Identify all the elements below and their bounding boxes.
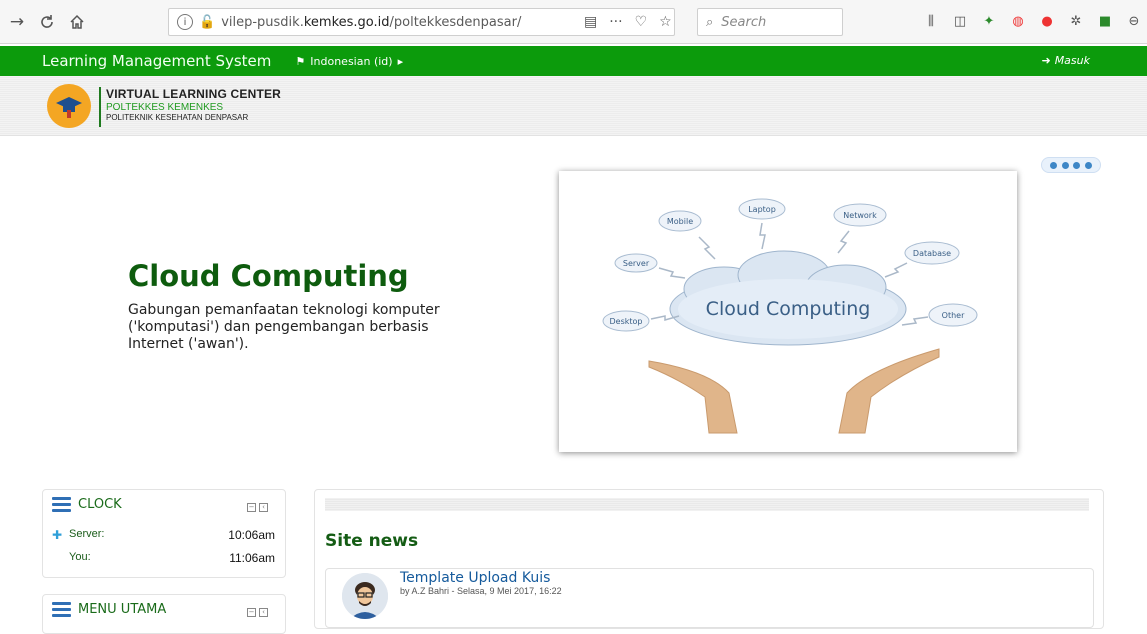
block-collapse-icon[interactable]: − <box>247 503 256 512</box>
slider-dot[interactable] <box>1061 161 1069 169</box>
site-brand[interactable]: Learning Management System <box>42 52 271 70</box>
post-meta: by A.Z Bahri - Selasa, 9 Mei 2017, 16:22 <box>400 586 562 596</box>
block-menu-icon <box>52 497 71 512</box>
login-label: Masuk <box>1054 54 1090 67</box>
url-tools: ▤ ··· ♡ ☆ <box>584 14 672 30</box>
clock-block: CLOCK − ‹ ✚ Server: 10:06am You: 11:06am <box>42 489 286 578</box>
cloud-computing-illustration: Cloud Computing Mobile Laptop Network Se… <box>602 198 978 434</box>
logo-divider <box>99 87 101 127</box>
post-title[interactable]: Template Upload Kuis <box>400 570 550 586</box>
block-controls: − ‹ <box>247 503 268 512</box>
insecure-lock-icon[interactable]: 🔓 <box>199 15 215 30</box>
url-path: /poltekkesdenpasar/ <box>389 14 522 30</box>
header-subtitle: POLTEKKES KEMENKES <box>106 102 224 113</box>
adblock-icon[interactable]: ● <box>1038 12 1056 30</box>
caret-right-icon: ▸ <box>397 54 404 68</box>
login-link[interactable]: ➜ Masuk <box>1041 54 1090 67</box>
main-menu-block: MENU UTAMA − ‹ <box>42 594 286 634</box>
label-network: Network <box>843 211 877 220</box>
you-time: 11:06am <box>229 551 275 565</box>
hands-illustration <box>648 348 940 434</box>
reload-glyph <box>41 14 53 28</box>
label-mobile: Mobile <box>667 217 693 226</box>
slider-dot[interactable] <box>1050 161 1058 169</box>
user-avatar-icon <box>342 573 388 619</box>
url-prefix: vilep-pusdik. <box>221 14 304 30</box>
block-menu-icon <box>52 602 71 617</box>
extension-puzzle-icon[interactable]: ✲ <box>1067 12 1085 30</box>
reload-icon[interactable] <box>34 9 60 35</box>
slider-dot[interactable] <box>1084 161 1092 169</box>
label-database: Database <box>913 249 951 258</box>
language-label: Indonesian (id) <box>310 54 393 68</box>
pocket-icon[interactable]: ♡ <box>635 14 648 30</box>
language-menu[interactable]: ⚑ Indonesian (id) ▸ <box>295 55 403 68</box>
news-post[interactable]: Template Upload Kuis by A.Z Bahri - Sela… <box>325 568 1094 628</box>
sidebar-icon[interactable]: ◫ <box>951 12 969 30</box>
sign-in-icon: ➜ <box>1041 54 1051 67</box>
label-desktop: Desktop <box>610 317 643 326</box>
bookmark-star-icon[interactable]: ☆ <box>659 14 672 30</box>
clock-block-header[interactable]: CLOCK <box>52 497 122 512</box>
clock-block-title: CLOCK <box>78 497 122 512</box>
search-box[interactable]: ⌕ Search <box>697 8 843 36</box>
logo-icon[interactable] <box>47 84 91 128</box>
page-actions-icon[interactable]: ··· <box>609 14 622 30</box>
main-menu-title: MENU UTAMA <box>78 602 167 617</box>
server-time: 10:06am <box>228 528 275 542</box>
news-header-strip <box>325 498 1089 511</box>
block-dock-icon[interactable]: ‹ <box>259 503 268 512</box>
site-info-icon[interactable]: i <box>177 14 193 30</box>
you-label: You: <box>69 551 91 563</box>
server-label: Server: <box>69 528 105 540</box>
server-clock-icon: ✚ <box>52 528 63 542</box>
header-institution: POLITEKNIK KESEHATAN DENPASAR <box>106 113 249 122</box>
home-icon[interactable] <box>64 9 90 35</box>
label-other: Other <box>942 311 965 320</box>
forward-icon[interactable]: → <box>4 9 30 35</box>
search-icon: ⌕ <box>706 14 714 30</box>
extension-box-icon[interactable]: ■ <box>1096 12 1114 30</box>
url-host: kemkes.go.id <box>303 14 390 30</box>
search-placeholder: Search <box>721 14 767 30</box>
cloud-label: Cloud Computing <box>706 298 871 320</box>
site-news-title: Site news <box>325 531 419 551</box>
label-server: Server <box>623 259 650 268</box>
site-header: VIRTUAL LEARNING CENTER POLTEKKES KEMENK… <box>0 76 1147 136</box>
browser-toolbar: → i 🔓 vilep-pusdik. kemkes.go.id/poltekke… <box>0 0 1147 44</box>
slider-dot[interactable] <box>1073 161 1081 169</box>
slider-pager <box>1041 157 1101 173</box>
slide-image: Cloud Computing Mobile Laptop Network Se… <box>559 171 1017 452</box>
flag-icon: ⚑ <box>295 54 306 68</box>
library-icon[interactable]: ⫼ <box>922 12 940 30</box>
toolbar-icons: ⫼ ◫ ✦ ◍ ● ✲ ■ ⊖ <box>922 12 1143 30</box>
extension-globe-icon[interactable]: ◍ <box>1009 12 1027 30</box>
main-menu-header[interactable]: MENU UTAMA <box>52 602 166 617</box>
header-title: VIRTUAL LEARNING CENTER <box>106 87 282 101</box>
site-news-block: Site news Template Upload Kuis by A.Z Ba… <box>314 489 1104 629</box>
reader-view-icon[interactable]: ▤ <box>584 14 597 30</box>
label-laptop: Laptop <box>748 205 776 214</box>
slide-title: Cloud Computing <box>128 259 409 293</box>
graduation-cap-icon <box>56 97 82 118</box>
avatar[interactable] <box>342 573 388 619</box>
slide-description: Gabungan pemanfaatan teknologi komputer … <box>128 302 440 352</box>
menu-icon[interactable]: ⊖ <box>1125 12 1143 30</box>
extension-icon[interactable]: ✦ <box>980 12 998 30</box>
home-glyph <box>70 14 84 29</box>
site-navbar: Learning Management System ⚑ Indonesian … <box>0 46 1147 76</box>
